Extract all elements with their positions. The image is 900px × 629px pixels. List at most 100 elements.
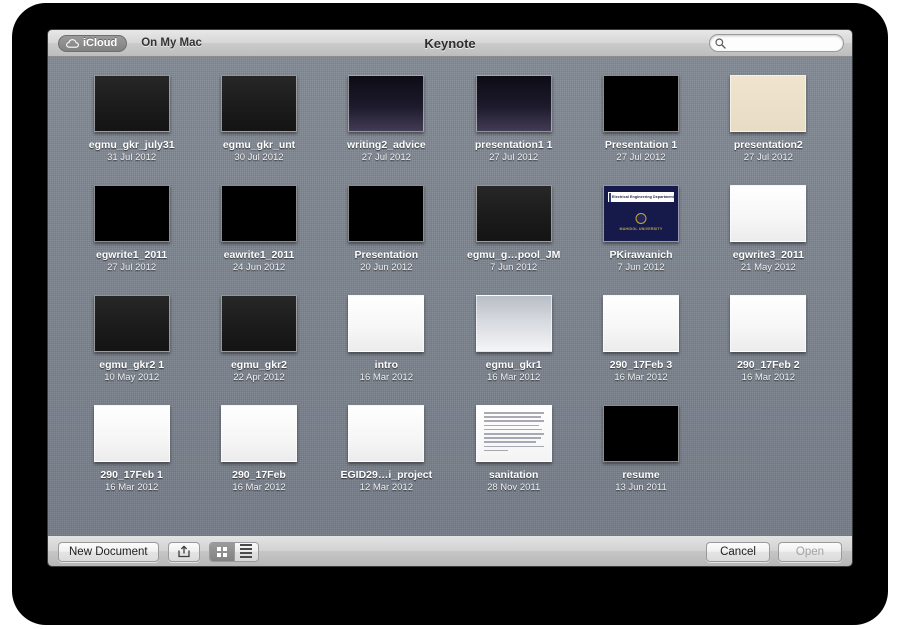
document-item[interactable]: Presentation 1 27 Jul 2012 <box>577 75 704 163</box>
grid-view-button[interactable] <box>209 542 234 561</box>
document-item[interactable]: Presentation 20 Jun 2012 <box>323 185 450 273</box>
document-item[interactable]: 290_17Feb 1 16 Mar 2012 <box>68 405 195 493</box>
document-name: egwrite3_2011 <box>732 249 804 261</box>
document-thumbnail[interactable] <box>220 185 297 242</box>
document-thumbnail-wrapper <box>220 295 297 352</box>
document-item[interactable]: egmu_gkr1 16 Mar 2012 <box>450 295 577 383</box>
document-date: 27 Jul 2012 <box>107 262 157 273</box>
document-item[interactable]: egmu_gkr_unt 30 Jul 2012 <box>195 75 322 163</box>
document-item[interactable]: egmu_gkr2 22 Apr 2012 <box>195 295 322 383</box>
bottom-toolbar: New Document Cancel Open <box>48 535 852 566</box>
open-button[interactable]: Open <box>778 541 842 562</box>
document-item[interactable]: resume 13 Jun 2011 <box>577 405 704 493</box>
document-item[interactable]: egwrite1_2011 27 Jul 2012 <box>68 185 195 273</box>
document-thumbnail[interactable] <box>93 75 170 132</box>
document-thumbnail-wrapper <box>93 295 170 352</box>
document-thumbnail[interactable] <box>730 75 807 132</box>
document-date: 30 Jul 2012 <box>234 152 284 163</box>
document-thumbnail[interactable] <box>475 75 552 132</box>
document-thumbnail[interactable] <box>93 295 170 352</box>
search-input[interactable] <box>729 37 841 49</box>
document-date: 13 Jun 2011 <box>615 482 667 493</box>
keynote-document-browser-window: iCloud On My Mac Keynote egmu_gkr_july31… <box>47 29 853 567</box>
cancel-button[interactable]: Cancel <box>706 541 770 562</box>
document-thumbnail-wrapper <box>348 295 425 352</box>
window-titlebar: iCloud On My Mac Keynote <box>48 30 852 57</box>
on-my-mac-tab[interactable]: On My Mac <box>135 37 208 49</box>
document-item[interactable]: EGID29…i_project 12 Mar 2012 <box>323 405 450 493</box>
document-item[interactable]: writing2_advice 27 Jul 2012 <box>323 75 450 163</box>
document-text-line <box>483 432 544 435</box>
document-item[interactable]: egmu_gkr_july31 31 Jul 2012 <box>68 75 195 163</box>
document-thumbnail[interactable] <box>730 295 807 352</box>
document-thumbnail[interactable] <box>475 405 552 462</box>
document-item[interactable]: sanitation 28 Nov 2011 <box>450 405 577 493</box>
document-item[interactable]: egmu_g…pool_JM 7 Jun 2012 <box>450 185 577 273</box>
document-item[interactable]: presentation1 1 27 Jul 2012 <box>450 75 577 163</box>
document-thumbnail-wrapper <box>475 405 552 462</box>
document-item[interactable]: 290_17Feb 2 16 Mar 2012 <box>705 295 832 383</box>
document-thumbnail[interactable] <box>93 405 170 462</box>
slide-university-text: MAHIDOL UNIVERSITY <box>619 227 663 231</box>
document-thumbnail[interactable] <box>730 185 807 242</box>
document-item[interactable]: presentation2 27 Jul 2012 <box>705 75 832 163</box>
document-name: egmu_gkr_july31 <box>88 139 175 151</box>
document-thumbnail[interactable] <box>475 185 552 242</box>
document-name: presentation2 <box>733 139 803 151</box>
dialog-action-buttons: Cancel Open <box>706 541 842 562</box>
list-view-button[interactable] <box>233 542 258 561</box>
document-item[interactable]: intro 16 Mar 2012 <box>323 295 450 383</box>
document-name: resume <box>622 469 660 481</box>
document-thumbnail[interactable] <box>348 405 425 462</box>
document-thumbnail[interactable] <box>602 295 679 352</box>
document-date: 24 Jun 2012 <box>232 262 286 273</box>
slide-header-band: Electrical Engineering Department <box>607 192 674 202</box>
document-item[interactable]: egwrite3_2011 21 May 2012 <box>705 185 832 273</box>
document-thumbnail[interactable] <box>348 295 425 352</box>
document-thumbnail[interactable]: Electrical Engineering Department MAHIDOL… <box>602 185 679 242</box>
document-name: presentation1 1 <box>474 139 553 151</box>
document-name: egmu_gkr2 1 <box>99 359 165 371</box>
document-item[interactable]: Electrical Engineering Department MAHIDOL… <box>577 185 704 273</box>
document-thumbnail[interactable] <box>220 75 297 132</box>
new-document-button[interactable]: New Document <box>58 541 159 562</box>
icloud-tab-label: iCloud <box>83 37 118 49</box>
document-date: 28 Nov 2011 <box>487 482 541 493</box>
search-field[interactable] <box>709 34 844 52</box>
document-name: 290_17Feb 2 <box>737 359 800 371</box>
on-my-mac-label: On My Mac <box>141 37 202 49</box>
document-grid-area: egmu_gkr_july31 31 Jul 2012 egmu_gkr_unt 30… <box>48 57 852 535</box>
document-name: intro <box>374 359 398 371</box>
document-thumbnail-wrapper <box>348 75 425 132</box>
document-thumbnail[interactable] <box>602 75 679 132</box>
document-item[interactable]: egmu_gkr2 1 10 May 2012 <box>68 295 195 383</box>
document-item[interactable]: 290_17Feb 3 16 Mar 2012 <box>577 295 704 383</box>
document-text-line <box>483 445 544 448</box>
document-thumbnail[interactable] <box>602 405 679 462</box>
document-date: 16 Mar 2012 <box>614 372 668 383</box>
document-item[interactable]: 290_17Feb 16 Mar 2012 <box>195 405 322 493</box>
document-thumbnail-wrapper <box>475 295 552 352</box>
view-mode-toggle[interactable] <box>208 541 259 562</box>
document-date: 16 Mar 2012 <box>486 372 541 383</box>
document-name: EGID29…i_project <box>340 469 433 481</box>
document-thumbnail-wrapper: Electrical Engineering Department MAHIDOL… <box>602 185 679 242</box>
grid-view-icon <box>216 546 227 557</box>
document-thumbnail[interactable] <box>475 295 552 352</box>
document-thumbnail[interactable] <box>348 185 425 242</box>
document-thumbnail[interactable] <box>220 405 297 462</box>
share-button[interactable] <box>167 541 200 562</box>
document-text-line <box>483 416 542 418</box>
document-item[interactable]: eawrite1_2011 24 Jun 2012 <box>195 185 322 273</box>
document-date: 22 Apr 2012 <box>233 372 285 383</box>
document-thumbnail[interactable] <box>348 75 425 132</box>
cloud-icon <box>66 38 79 48</box>
document-date: 31 Jul 2012 <box>107 152 157 163</box>
icloud-tab[interactable]: iCloud <box>58 34 128 52</box>
document-thumbnail-wrapper <box>475 75 552 132</box>
document-thumbnail[interactable] <box>93 185 170 242</box>
document-thumbnail-wrapper <box>475 185 552 242</box>
document-thumbnail-wrapper <box>93 185 170 242</box>
document-date: 20 Jun 2012 <box>360 262 413 273</box>
document-thumbnail[interactable] <box>220 295 297 352</box>
